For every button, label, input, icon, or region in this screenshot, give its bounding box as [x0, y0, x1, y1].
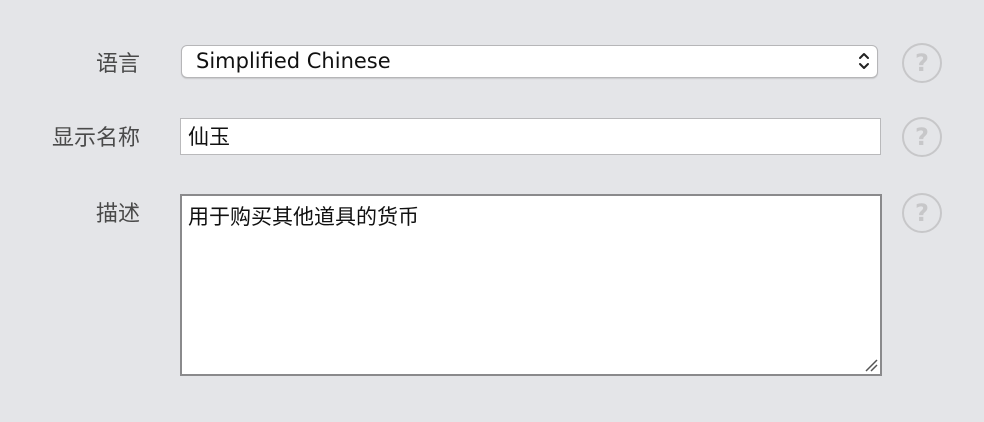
display-name-value: 仙玉 [188, 125, 230, 149]
resize-grip-icon[interactable] [864, 358, 878, 372]
question-circle-icon: ? [915, 123, 929, 151]
display-name-field[interactable]: 仙玉 [180, 118, 881, 155]
language-label: 语言 [95, 52, 140, 77]
language-select[interactable]: Simplified Chinese [181, 45, 878, 78]
description-value: 用于购买其他道具的货币 [188, 205, 419, 229]
language-help-button[interactable]: ? [902, 43, 942, 83]
display-name-label: 显示名称 [51, 126, 140, 151]
description-textarea[interactable]: 用于购买其他道具的货币 [180, 194, 882, 376]
description-label: 描述 [95, 202, 140, 227]
question-circle-icon: ? [915, 49, 929, 77]
language-select-value: Simplified Chinese [196, 49, 391, 73]
question-circle-icon: ? [915, 199, 929, 227]
chevron-up-down-icon [859, 53, 869, 69]
description-help-button[interactable]: ? [902, 193, 942, 233]
display-name-help-button[interactable]: ? [902, 117, 942, 157]
